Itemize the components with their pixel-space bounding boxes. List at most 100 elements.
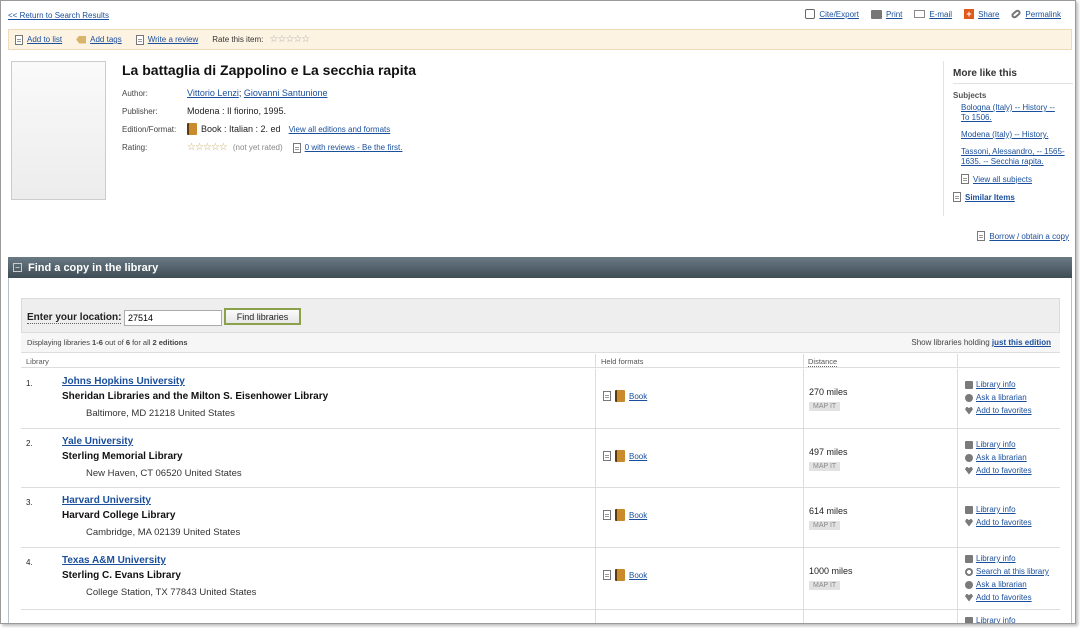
library-info-link[interactable]: Library info: [976, 616, 1016, 623]
cite-export-label[interactable]: Cite/Export: [819, 10, 859, 19]
view-all-subjects-button[interactable]: View all subjects: [961, 174, 1073, 184]
add-to-list-button[interactable]: Add to list: [15, 34, 62, 45]
collapse-toggle[interactable]: −: [13, 263, 22, 272]
book-icon: [615, 569, 625, 581]
publisher-value: Modena : Il fiorino, 1995.: [187, 106, 287, 116]
library-info-link[interactable]: Library info: [976, 380, 1016, 389]
cite-export-button[interactable]: Cite/Export: [805, 9, 859, 19]
displaying-editions: 2 editions: [152, 338, 188, 347]
map-it-button[interactable]: MAP IT: [809, 581, 841, 590]
held-format: Book: [603, 450, 647, 462]
write-review-label[interactable]: Write a review: [148, 35, 199, 44]
library-info-button[interactable]: Library info: [965, 616, 1016, 623]
similar-items-button[interactable]: Similar Items: [953, 192, 1073, 202]
ask-librarian-link[interactable]: Ask a librarian: [976, 393, 1027, 402]
column-library: Library: [26, 357, 49, 366]
location-input[interactable]: [124, 310, 222, 326]
print-label[interactable]: Print: [886, 10, 902, 19]
print-button[interactable]: Print: [870, 9, 902, 19]
rating-value: ☆☆☆☆☆ (not yet rated) 0 with reviews - B…: [187, 142, 402, 153]
add-favorites-link[interactable]: Add to favorites: [976, 593, 1032, 602]
share-label[interactable]: Share: [978, 10, 999, 19]
library-info-link[interactable]: Library info: [976, 505, 1016, 514]
add-favorites-button[interactable]: Add to favorites: [965, 518, 1032, 527]
add-favorites-button[interactable]: Add to favorites: [965, 406, 1032, 415]
subject-link[interactable]: Tassoni, Alessandro, -- 1565-1635. -- Se…: [961, 147, 1065, 167]
page-icon: [603, 451, 611, 461]
add-to-list-label[interactable]: Add to list: [27, 35, 62, 44]
page-frame: << Return to Search Results Cite/Export …: [0, 0, 1076, 624]
find-copy-header[interactable]: − Find a copy in the library: [8, 257, 1072, 278]
row-number: 2.: [26, 439, 33, 448]
permalink-button[interactable]: Permalink: [1010, 8, 1061, 20]
rating-note: (not yet rated): [232, 143, 283, 152]
email-label[interactable]: E-mail: [929, 10, 952, 19]
edition-value: Book : Italian : 2. ed View all editions…: [187, 123, 390, 135]
row-number: 4.: [26, 558, 33, 567]
library-name-link[interactable]: Yale University: [62, 436, 133, 447]
email-button[interactable]: E-mail: [914, 10, 952, 19]
map-it-button[interactable]: MAP IT: [809, 462, 841, 471]
library-info-button[interactable]: Library info: [965, 380, 1032, 389]
add-favorites-link[interactable]: Add to favorites: [976, 518, 1032, 527]
add-tags-label[interactable]: Add tags: [90, 35, 122, 44]
just-this-edition-link[interactable]: just this edition: [992, 338, 1051, 347]
library-info-link[interactable]: Library info: [976, 554, 1016, 563]
add-favorites-link[interactable]: Add to favorites: [976, 406, 1032, 415]
library-info-button[interactable]: Library info: [965, 505, 1032, 514]
find-libraries-button[interactable]: Find libraries: [224, 308, 301, 325]
add-favorites-button[interactable]: Add to favorites: [965, 466, 1032, 475]
library-name-link[interactable]: Texas A&M University: [62, 555, 166, 566]
author-link[interactable]: Vittorio Lenzi: [187, 88, 239, 98]
view-all-subjects-link[interactable]: View all subjects: [973, 175, 1032, 184]
reviews-link[interactable]: 0 with reviews - Be the first.: [305, 143, 403, 152]
ask-librarian-button[interactable]: Ask a librarian: [965, 393, 1032, 402]
search-library-button[interactable]: Search at this library: [965, 567, 1049, 576]
more-like-this-sidebar: More like this Subjects Bologna (Italy) …: [943, 61, 1073, 216]
format-link[interactable]: Book: [629, 571, 647, 580]
record-actions: Cite/Export Print E-mail + Share Permalin…: [805, 8, 1061, 20]
format-link[interactable]: Book: [629, 392, 647, 401]
permalink-label[interactable]: Permalink: [1025, 10, 1061, 19]
library-name-link[interactable]: Harvard University: [62, 495, 151, 506]
search-library-link[interactable]: Search at this library: [976, 567, 1049, 576]
info-icon: [965, 554, 973, 563]
rate-stars[interactable]: ☆☆☆☆☆: [269, 34, 310, 45]
map-it-button[interactable]: MAP IT: [809, 521, 841, 530]
library-info-button[interactable]: Library info: [965, 440, 1032, 449]
add-tags-button[interactable]: Add tags: [76, 35, 122, 44]
column-distance[interactable]: Distance: [808, 357, 838, 367]
view-editions-link[interactable]: View all editions and formats: [289, 125, 391, 134]
ask-librarian-button[interactable]: Ask a librarian: [965, 580, 1049, 589]
map-it-button[interactable]: MAP IT: [809, 402, 841, 411]
share-button[interactable]: + Share: [964, 9, 999, 19]
ask-librarian-button[interactable]: Ask a librarian: [965, 453, 1032, 462]
displaying-text: for all: [129, 338, 153, 347]
format-link[interactable]: Book: [629, 511, 647, 520]
add-favorites-button[interactable]: Add to favorites: [965, 593, 1049, 602]
back-to-results-link[interactable]: << Return to Search Results: [8, 11, 109, 20]
library-info-button[interactable]: Library info: [965, 554, 1049, 563]
page-icon: [961, 174, 969, 184]
page-icon: [953, 192, 961, 202]
format-link[interactable]: Book: [629, 452, 647, 461]
ask-librarian-link[interactable]: Ask a librarian: [976, 453, 1027, 462]
question-icon: [965, 453, 973, 462]
write-review-button[interactable]: Write a review: [135, 34, 199, 45]
library-branch: Sterling C. Evans Library: [62, 570, 181, 581]
held-format: Book: [603, 509, 647, 521]
subject-link[interactable]: Modena (Italy) -- History.: [961, 130, 1065, 140]
similar-items-link[interactable]: Similar Items: [965, 193, 1015, 202]
library-name-link[interactable]: Johns Hopkins University: [62, 376, 185, 387]
book-icon: [187, 123, 197, 135]
publisher-label: Publisher:: [122, 107, 158, 116]
author-link[interactable]: Giovanni Santunione: [244, 88, 328, 98]
borrow-button[interactable]: Borrow / obtain a copy: [977, 231, 1069, 241]
ask-librarian-link[interactable]: Ask a librarian: [976, 580, 1027, 589]
heart-icon: [965, 518, 973, 527]
borrow-link[interactable]: Borrow / obtain a copy: [989, 232, 1069, 241]
table-row: 2. Yale University Sterling Memorial Lib…: [21, 429, 1060, 488]
library-info-link[interactable]: Library info: [976, 440, 1016, 449]
subject-link[interactable]: Bologna (Italy) -- History -- To 1506.: [961, 103, 1065, 123]
add-favorites-link[interactable]: Add to favorites: [976, 466, 1032, 475]
